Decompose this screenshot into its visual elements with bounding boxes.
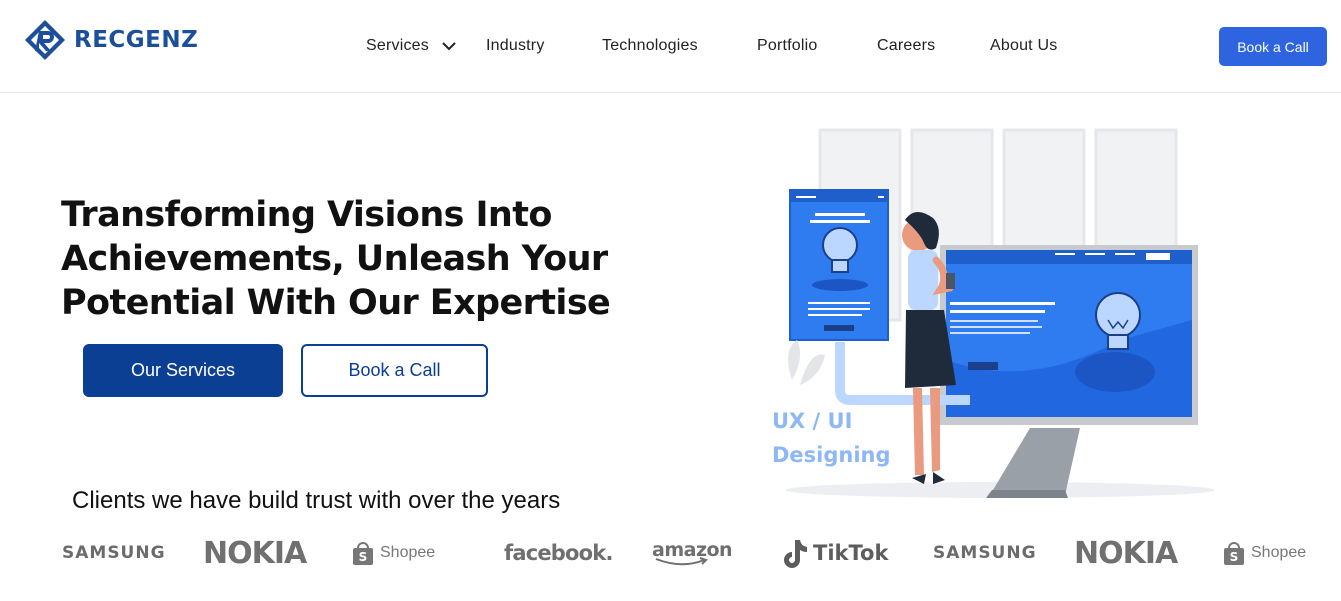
hero-headline-line: Potential With Our Expertise [61,283,611,323]
illustration-caption-line2: Designing [772,443,891,467]
site-header: RECGENZ Services Industry Technologies P… [0,0,1341,93]
client-logo-nokia: NOKIA [203,535,307,571]
chevron-down-icon[interactable] [441,38,457,54]
illustration-caption-line1: UX / UI [772,409,852,433]
hero-book-call-button[interactable]: Book a Call [301,344,488,397]
clients-heading: Clients we have build trust with over th… [72,487,561,514]
client-logo-tiktok: TikTok [781,525,888,581]
client-logo-nokia: NOKIA [1074,535,1178,571]
nav-portfolio[interactable]: Portfolio [757,37,818,55]
client-logo-shopee-text: Shopee [380,544,436,561]
client-logo-shopee-text: Shopee [1251,544,1307,561]
client-logo-shopee: S Shopee [1223,525,1306,581]
nav-services[interactable]: Services [366,37,457,55]
svg-text:S: S [1230,550,1239,564]
our-services-button[interactable]: Our Services [83,344,283,397]
client-logo-shopee: S Shopee [352,525,435,581]
ux-ui-illustration: UX / UI Designing [772,128,1215,498]
client-logo-samsung: SAMSUNG [933,543,1037,563]
nav-technologies[interactable]: Technologies [602,37,698,55]
nav-industry[interactable]: Industry [486,37,545,55]
brand-logo[interactable]: RECGENZ [24,19,198,61]
recgenz-logo-icon [25,20,65,60]
hero-headline: Transforming Visions Into Achievements, … [61,193,621,325]
amazon-smile-icon [655,557,708,566]
nav-about-us[interactable]: About Us [990,37,1057,55]
client-logo-facebook: facebook. [504,541,613,565]
client-logo-tiktok-text: TikTok [813,541,889,565]
shopee-bag-icon: S [1224,542,1244,565]
nav-careers[interactable]: Careers [877,37,935,55]
header-book-call-button[interactable]: Book a Call [1219,27,1327,66]
client-logo-amazon: amazon [652,525,733,581]
shopee-bag-icon: S [353,542,373,565]
hero-headline-line: Achievements, Unleash Your [61,239,608,279]
client-logo-strip: SAMSUNG NOKIA S Shopee facebook. amazon … [0,525,1341,581]
brand-name: RECGENZ [74,27,199,53]
client-logo-samsung: SAMSUNG [62,543,166,563]
nav-services-label: Services [366,37,429,54]
svg-text:S: S [359,550,368,564]
tiktok-note-icon [784,540,807,568]
hero-headline-line: Transforming Visions Into [61,195,552,235]
